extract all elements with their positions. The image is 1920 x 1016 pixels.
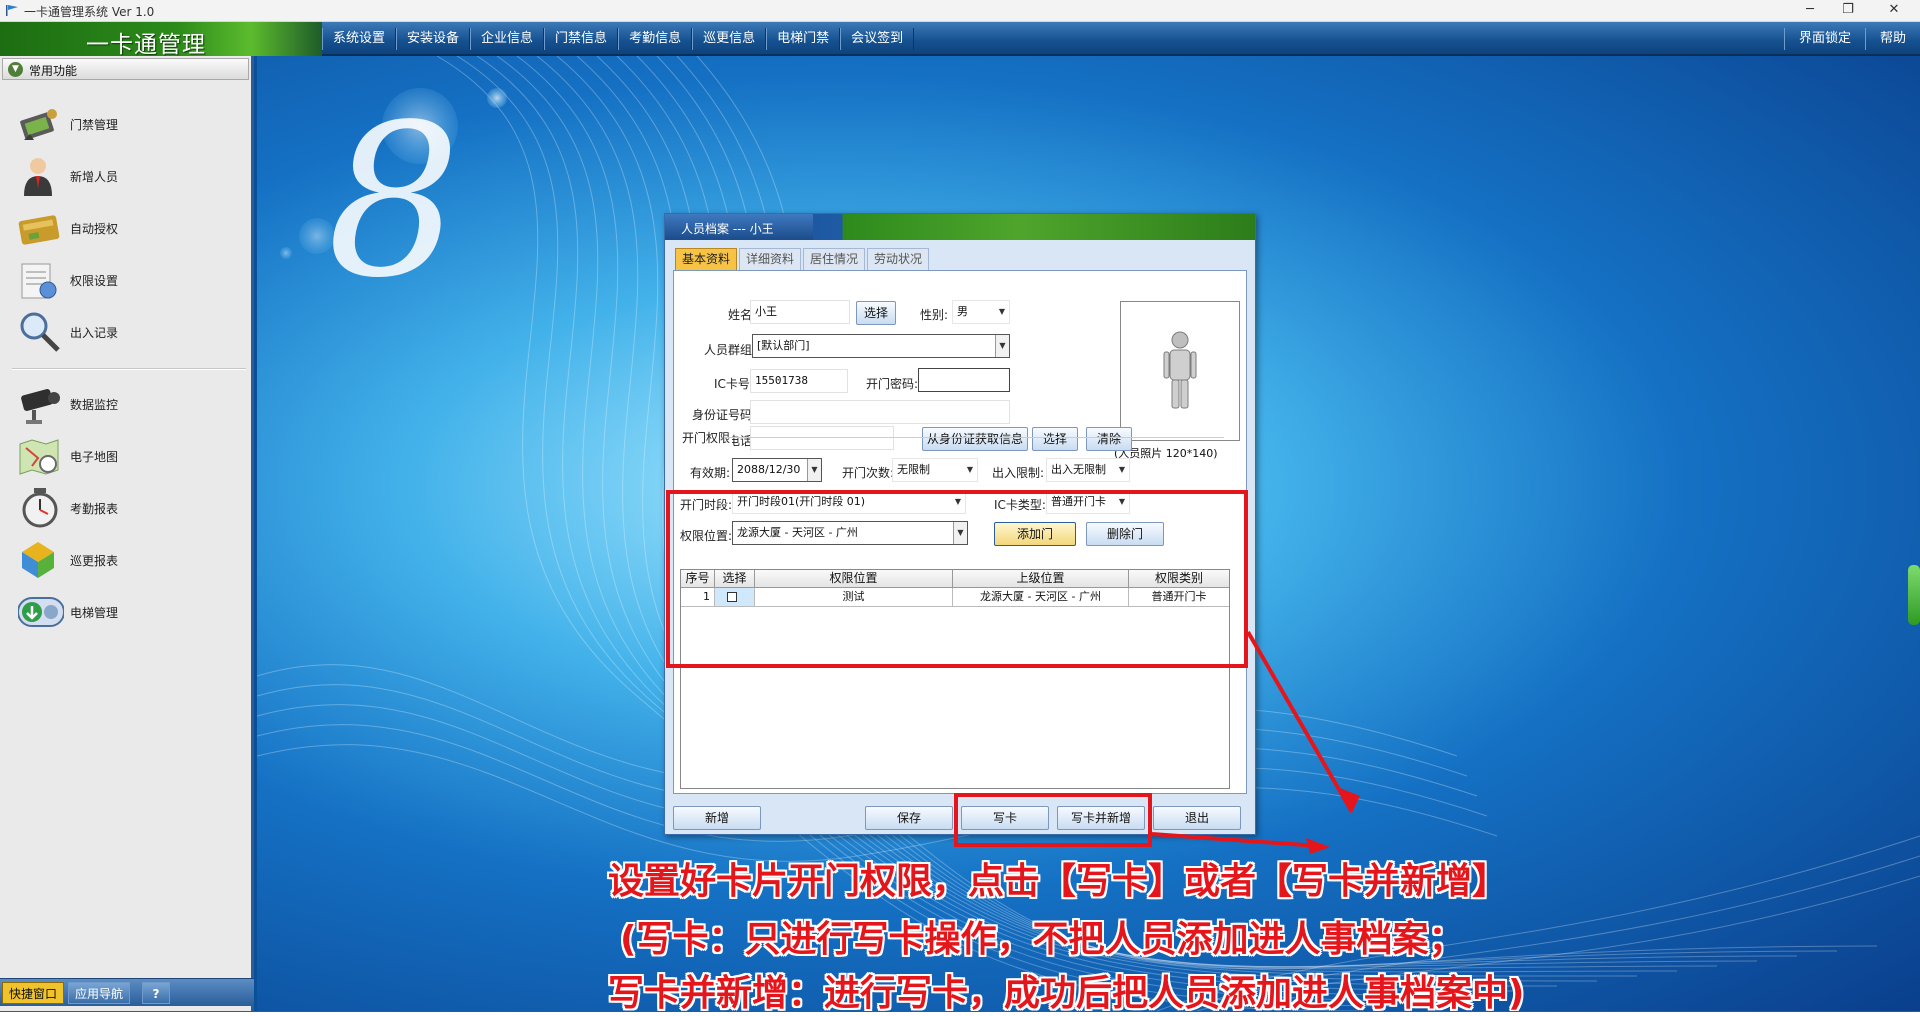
bottom-strip [0,1011,1920,1016]
annotation-line-3: 写卡并新增：进行写卡，成功后把人员添加进人事档案中) [608,973,1525,1014]
annotation-line-2: (写卡：只进行写卡操作，不把人员添加进人事档案； [620,919,1465,960]
annotation-line-1: 设置好卡片开门权限，点击【写卡】或者【写卡并新增】 [608,861,1509,902]
